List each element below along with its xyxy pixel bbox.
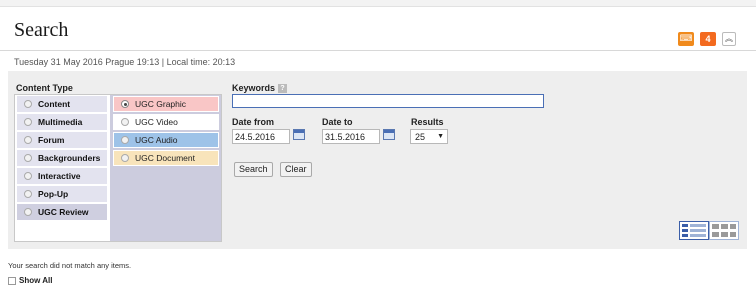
content-type-ugc-review[interactable]: UGC Review xyxy=(17,204,107,220)
date-from-input[interactable]: 24.5.2016 xyxy=(232,129,290,144)
header-divider xyxy=(0,50,756,51)
list-view-glyph xyxy=(682,224,706,237)
content-type-content[interactable]: Content xyxy=(17,96,107,112)
radio-icon[interactable] xyxy=(24,154,32,162)
keywords-input[interactable] xyxy=(232,94,544,108)
content-type-list: Content Multimedia Forum Backgrounders I… xyxy=(15,95,109,241)
radio-icon[interactable] xyxy=(121,118,129,126)
subtype-ugc-graphic-label: UGC Graphic xyxy=(135,99,187,109)
search-button[interactable]: Search xyxy=(234,162,273,177)
content-subtype-list: UGC Graphic UGC Video UGC Audio UGC Docu… xyxy=(110,95,221,241)
checkbox-icon[interactable] xyxy=(8,276,16,285)
keyboard-icon[interactable]: ⌨ xyxy=(678,31,694,46)
datetime-bar: Tuesday 31 May 2016 Prague 19:13 | Local… xyxy=(14,57,236,67)
content-type-forum[interactable]: Forum xyxy=(17,132,107,148)
subtype-ugc-video-label: UGC Video xyxy=(135,117,178,127)
content-type-label: Content Type xyxy=(16,83,73,93)
date-to-label: Date to xyxy=(322,117,353,127)
radio-icon[interactable] xyxy=(24,118,32,126)
calendar-icon[interactable] xyxy=(383,129,395,140)
top-strip xyxy=(0,0,756,7)
help-icon[interactable]: ? xyxy=(278,84,288,94)
view-toggle xyxy=(679,221,739,240)
results-select-value: 25 xyxy=(415,132,426,142)
content-type-popup-label: Pop-Up xyxy=(38,189,69,199)
radio-icon[interactable] xyxy=(24,208,32,216)
content-type-ugc-review-label: UGC Review xyxy=(38,207,89,217)
content-type-content-label: Content xyxy=(38,99,71,109)
subtype-ugc-graphic[interactable]: UGC Graphic xyxy=(113,96,219,112)
list-view-icon[interactable] xyxy=(679,221,709,240)
content-type-multimedia[interactable]: Multimedia xyxy=(17,114,107,130)
grid-view-glyph xyxy=(712,224,736,237)
no-results-message: Your search did not match any items. xyxy=(8,261,132,270)
radio-icon[interactable] xyxy=(121,154,129,162)
content-type-backgrounders[interactable]: Backgrounders xyxy=(17,150,107,166)
radio-icon[interactable] xyxy=(24,172,32,180)
content-type-interactive[interactable]: Interactive xyxy=(17,168,107,184)
subtype-ugc-document[interactable]: UGC Document xyxy=(113,150,219,166)
content-type-box: Content Multimedia Forum Backgrounders I… xyxy=(14,94,222,242)
collapse-up-icon[interactable]: ︽ xyxy=(722,31,736,46)
subtype-ugc-audio[interactable]: UGC Audio xyxy=(113,132,219,148)
date-to-input[interactable]: 31.5.2016 xyxy=(322,129,380,144)
results-label: Results xyxy=(411,117,444,127)
grid-view-icon[interactable] xyxy=(709,221,739,240)
subtype-ugc-video[interactable]: UGC Video xyxy=(113,114,219,130)
subtype-ugc-document-label: UGC Document xyxy=(135,153,195,163)
radio-icon[interactable] xyxy=(24,136,32,144)
show-all-checkbox[interactable]: Show All xyxy=(8,276,52,285)
dropdown-arrow-icon[interactable]: ▼ xyxy=(437,130,444,144)
keywords-label-text: Keywords xyxy=(232,83,276,93)
page-title: Search xyxy=(14,19,69,41)
content-type-interactive-label: Interactive xyxy=(38,171,81,181)
content-type-backgrounders-label: Backgrounders xyxy=(38,153,101,163)
show-all-label: Show All xyxy=(19,276,53,285)
keywords-label: Keywords? xyxy=(232,83,288,94)
content-type-forum-label: Forum xyxy=(38,135,65,145)
results-select[interactable]: 25 ▼ xyxy=(410,129,448,144)
clear-button[interactable]: Clear xyxy=(280,162,312,177)
toolbar: ⌨ 4 ︽ xyxy=(678,30,736,47)
calendar-icon[interactable] xyxy=(293,129,305,140)
content-type-multimedia-label: Multimedia xyxy=(38,117,83,127)
radio-icon[interactable] xyxy=(24,100,32,108)
date-from-label: Date from xyxy=(232,117,275,127)
subtype-ugc-audio-label: UGC Audio xyxy=(135,135,178,145)
radio-icon[interactable] xyxy=(24,190,32,198)
notifications-badge[interactable]: 4 xyxy=(700,31,716,46)
radio-icon[interactable] xyxy=(121,136,129,144)
content-type-popup[interactable]: Pop-Up xyxy=(17,186,107,202)
radio-selected-icon[interactable] xyxy=(121,100,129,108)
